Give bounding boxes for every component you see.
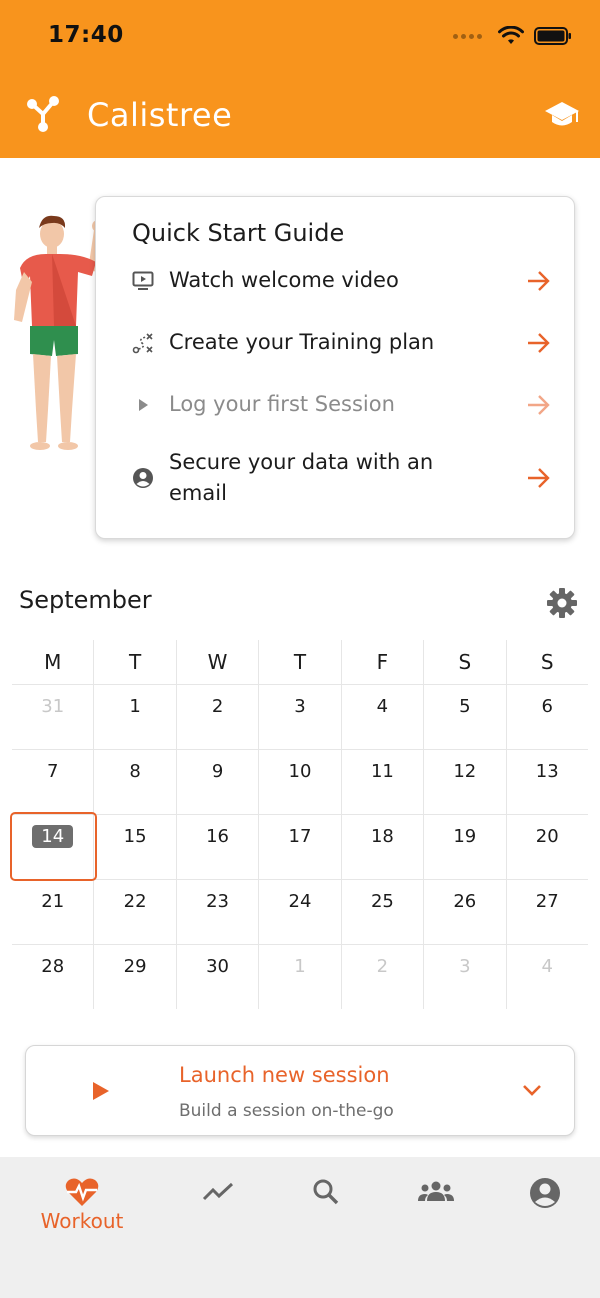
calendar-day[interactable]: 11 [340, 750, 423, 814]
calendar-day[interactable]: 1 [93, 685, 175, 749]
calendar-day[interactable]: 22 [93, 880, 175, 944]
calendar-month-title: September [19, 586, 152, 614]
calendar-day[interactable]: 20 [505, 815, 588, 879]
quick-start-card: Quick Start Guide Watch welcome video Cr… [95, 196, 575, 539]
nav-item-community[interactable] [381, 1157, 491, 1247]
calendar-day[interactable]: 23 [175, 880, 258, 944]
quick-start-item-label: Log your first Session [169, 392, 395, 416]
account-icon [132, 467, 154, 489]
calendar-day[interactable]: 19 [423, 815, 505, 879]
arrow-right-icon [528, 394, 550, 415]
battery-icon [534, 27, 571, 45]
calendar-day[interactable]: 28 [12, 945, 93, 1009]
weekday-label: W [175, 640, 258, 684]
calendar-day[interactable]: 4 [340, 685, 423, 749]
calendar-grid: M T W T F S S 31 1 2 3 4 5 6 7 8 9 10 11… [12, 640, 588, 1009]
calendar-weekday-header: M T W T F S S [12, 640, 588, 684]
status-icons [453, 26, 572, 46]
play-icon [132, 394, 154, 416]
heart-pulse-icon [65, 1178, 99, 1206]
weekday-label: T [93, 640, 175, 684]
calendar-day[interactable]: 1 [258, 945, 340, 1009]
signal-icon [453, 33, 482, 39]
app-title: Calistree [87, 96, 233, 134]
search-icon [313, 1179, 339, 1205]
bottom-nav: Workout [0, 1157, 600, 1298]
launch-session-subtitle: Build a session on-the-go [179, 1101, 394, 1121]
calendar-week-row: 14 15 16 17 18 19 20 [12, 814, 588, 879]
arrow-right-icon[interactable] [526, 332, 552, 354]
nav-item-label: Workout [40, 1209, 124, 1233]
calendar-day[interactable]: 2 [175, 685, 258, 749]
calendar-day[interactable]: 13 [505, 750, 588, 814]
weekday-label: S [423, 640, 505, 684]
calendar-day[interactable]: 26 [423, 880, 505, 944]
video-icon [132, 270, 154, 292]
nav-item-workout[interactable]: Workout [27, 1157, 137, 1247]
quick-start-item-welcome-video[interactable]: Watch welcome video [132, 265, 552, 296]
nav-item-progress[interactable] [163, 1157, 273, 1247]
graduation-cap-icon[interactable] [544, 100, 580, 130]
calendar-day[interactable]: 4 [505, 945, 588, 1009]
calendar-day[interactable]: 5 [423, 685, 505, 749]
status-time: 17:40 [48, 22, 124, 48]
calendar-day[interactable]: 24 [258, 880, 340, 944]
quick-start-item-secure-email[interactable]: Secure your data with an email [132, 447, 552, 509]
calendar-day[interactable]: 9 [175, 750, 258, 814]
calendar-day[interactable]: 15 [93, 815, 175, 879]
arrow-right-icon[interactable] [526, 270, 552, 292]
calendar-day[interactable]: 7 [12, 750, 93, 814]
play-icon [93, 1082, 109, 1100]
calendar-week-row: 21 22 23 24 25 26 27 [12, 879, 588, 944]
wifi-icon [498, 26, 524, 44]
today-highlight-frame [10, 812, 97, 881]
calendar-day[interactable]: 6 [505, 685, 588, 749]
calendar-week-row: 31 1 2 3 4 5 6 [12, 684, 588, 749]
calendar-day[interactable]: 12 [423, 750, 505, 814]
weekday-label: T [258, 640, 340, 684]
calendar-day[interactable]: 16 [175, 815, 258, 879]
calendar-day[interactable]: 30 [175, 945, 258, 1009]
quick-start-item-label: Watch welcome video [169, 268, 399, 292]
quick-start-item-label: Create your Training plan [169, 330, 435, 354]
calendar-day[interactable]: 29 [93, 945, 175, 1009]
calendar-day[interactable]: 31 [12, 685, 93, 749]
calendar-week-row: 7 8 9 10 11 12 13 [12, 749, 588, 814]
calendar-day[interactable]: 3 [258, 685, 340, 749]
calendar-day[interactable]: 25 [340, 880, 423, 944]
nav-item-search[interactable] [272, 1157, 382, 1247]
weekday-label: M [44, 650, 62, 674]
calendar-day[interactable]: 21 [12, 880, 93, 944]
calendar-week-row: 28 29 30 1 2 3 4 [12, 944, 588, 1009]
profile-icon [530, 1178, 560, 1208]
calendar-day[interactable]: 10 [258, 750, 340, 814]
calendar-day[interactable]: 2 [340, 945, 423, 1009]
quick-start-item-label: Secure your data with an email [169, 450, 434, 505]
tree-branch-icon [27, 96, 59, 132]
launch-session-title: Launch new session [179, 1063, 390, 1087]
calendar-day[interactable]: 8 [93, 750, 175, 814]
weekday-label: S [505, 640, 588, 684]
nav-item-profile[interactable] [490, 1157, 600, 1247]
gear-icon[interactable] [546, 587, 578, 619]
trend-icon [202, 1182, 234, 1201]
quick-start-item-first-session: Log your first Session [132, 389, 552, 420]
arrow-right-icon[interactable] [526, 467, 552, 489]
quick-start-title: Quick Start Guide [132, 219, 345, 247]
weekday-label: F [340, 640, 423, 684]
calendar-day[interactable]: 17 [258, 815, 340, 879]
community-icon [418, 1181, 454, 1201]
chevron-down-icon[interactable] [522, 1083, 542, 1097]
calendar-day[interactable]: 18 [340, 815, 423, 879]
launch-session-card[interactable]: Launch new session Build a session on-th… [25, 1045, 575, 1136]
quick-start-item-training-plan[interactable]: Create your Training plan [132, 327, 552, 358]
calendar-day[interactable]: 3 [423, 945, 505, 1009]
calendar-day[interactable]: 27 [505, 880, 588, 944]
app-header: 17:40 Calistree [0, 0, 600, 158]
route-icon [132, 332, 154, 354]
trainer-illustration [14, 215, 104, 450]
